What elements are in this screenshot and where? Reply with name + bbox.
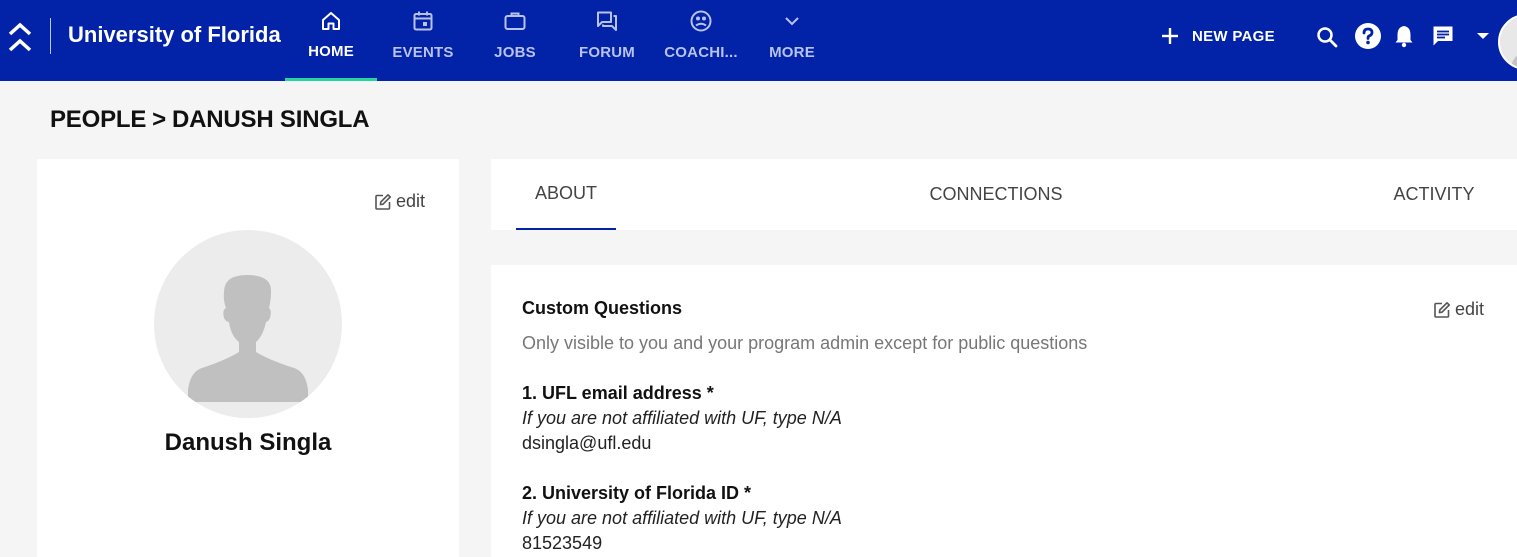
question-answer: dsingla@ufl.edu <box>522 433 652 453</box>
new-page-button[interactable]: NEW PAGE <box>1158 22 1275 50</box>
nav-home-label: HOME <box>308 43 354 60</box>
custom-questions-edit-label: edit <box>1455 299 1485 319</box>
forum-icon <box>597 11 617 31</box>
top-nav-bar: University of Florida HOME EVENTS JOBS F… <box>0 0 1517 81</box>
profile-name: Danush Singla <box>164 429 332 456</box>
briefcase-icon <box>504 12 526 30</box>
tab-about[interactable]: ABOUT <box>516 159 616 230</box>
calendar-icon <box>413 11 433 31</box>
brand-name[interactable]: University of Florida <box>68 22 281 48</box>
messages-icon[interactable] <box>1431 24 1455 48</box>
nav-jobs[interactable]: JOBS <box>469 0 561 81</box>
question-item: 1. UFL email address * If you are not af… <box>522 381 842 456</box>
question-hint: If you are not affiliated with UF, type … <box>522 408 842 428</box>
breadcrumb-current: DANUSH SINGLA <box>172 106 370 133</box>
nav-forum-label: FORUM <box>579 44 635 61</box>
custom-questions-card: Custom Questions edit Only visible to yo… <box>491 265 1517 557</box>
nav-more[interactable]: MORE <box>749 0 835 81</box>
profile-edit-label: edit <box>396 191 426 211</box>
search-icon[interactable] <box>1315 25 1339 49</box>
nav-more-label: MORE <box>769 44 815 61</box>
default-avatar-icon <box>1510 55 1517 68</box>
profile-photo[interactable] <box>154 230 342 418</box>
breadcrumb-separator: > <box>152 106 166 133</box>
custom-questions-subtitle: Only visible to you and your program adm… <box>522 333 1088 353</box>
caret-down-icon[interactable] <box>1476 31 1490 41</box>
nav-events[interactable]: EVENTS <box>377 0 469 81</box>
question-answer: 81523549 <box>522 533 603 553</box>
breadcrumb: PEOPLE > DANUSH SINGLA <box>50 106 370 134</box>
brand-divider <box>50 18 51 54</box>
logo-icon[interactable] <box>6 20 34 54</box>
user-avatar[interactable] <box>1498 14 1517 70</box>
nav-coaching[interactable]: COACHI... <box>653 0 749 81</box>
nav-home[interactable]: HOME <box>285 0 377 81</box>
question-item: 2. University of Florida ID * If you are… <box>522 481 842 556</box>
breadcrumb-people-link[interactable]: PEOPLE <box>50 106 146 133</box>
nav-coaching-label: COACHI... <box>664 44 738 61</box>
edit-icon <box>1434 301 1450 318</box>
coaching-icon <box>690 10 712 32</box>
profile-card: edit Danush Singla <box>37 159 459 557</box>
bell-icon[interactable] <box>1393 24 1415 48</box>
new-page-label: NEW PAGE <box>1192 27 1275 45</box>
custom-questions-title: Custom Questions <box>522 298 683 318</box>
home-icon <box>322 12 340 30</box>
question-hint: If you are not affiliated with UF, type … <box>522 508 842 528</box>
edit-icon <box>375 193 391 210</box>
question-title: 2. University of Florida ID * <box>522 483 752 503</box>
profile-tabs: ABOUT CONNECTIONS ACTIVITY <box>491 159 1517 230</box>
nav-jobs-label: JOBS <box>494 44 536 61</box>
custom-questions-edit-button[interactable]: edit <box>1433 299 1484 320</box>
chevron-down-icon <box>785 17 799 26</box>
tab-connections[interactable]: CONNECTIONS <box>916 159 1076 230</box>
tab-activity[interactable]: ACTIVITY <box>1379 159 1489 230</box>
plus-icon <box>1162 28 1178 44</box>
person-silhouette-icon <box>188 275 308 402</box>
help-icon[interactable] <box>1354 22 1382 50</box>
nav-events-label: EVENTS <box>392 44 454 61</box>
profile-edit-button[interactable]: edit <box>374 191 425 212</box>
question-title: 1. UFL email address * <box>522 383 714 403</box>
nav-forum[interactable]: FORUM <box>561 0 653 81</box>
